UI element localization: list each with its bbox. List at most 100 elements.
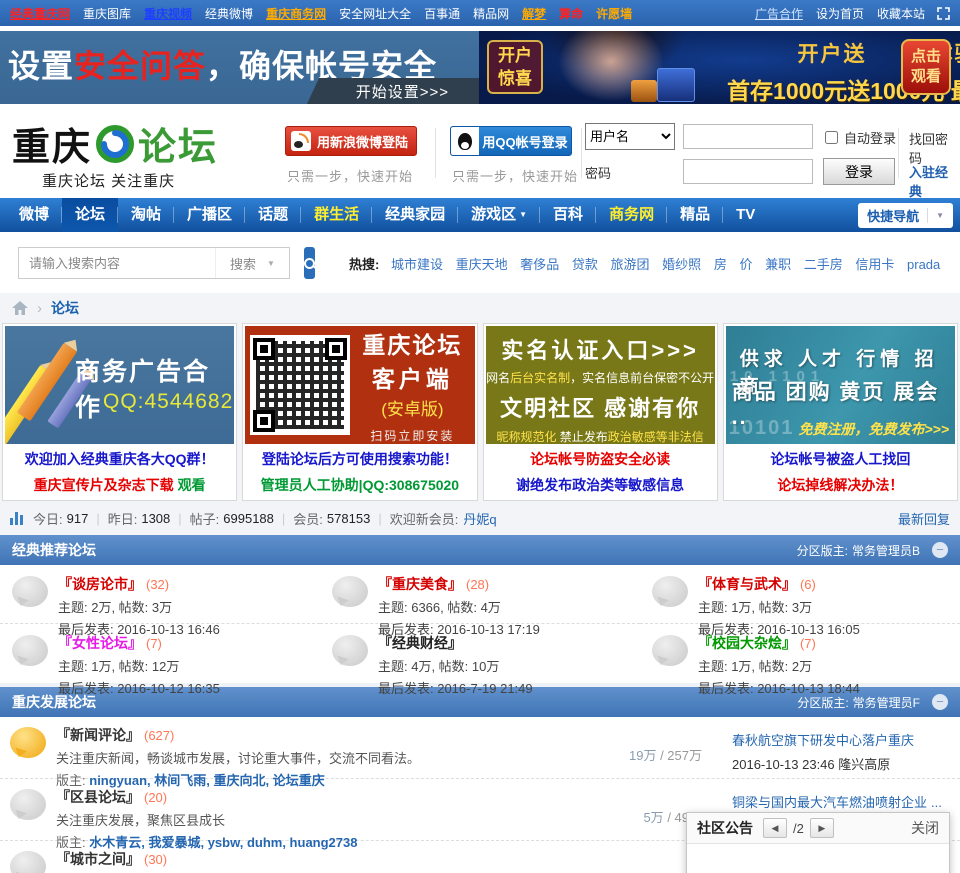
hot-search-link[interactable]: 城市建设	[391, 257, 443, 272]
nav-tab[interactable]: 经典家园	[372, 198, 459, 232]
forum-link[interactable]: 『女性论坛』	[58, 635, 142, 651]
ad-cooperation-link[interactable]: 广告合作	[755, 5, 803, 22]
nav-tab[interactable]: 群生活	[301, 198, 373, 232]
topbar-link[interactable]: 重庆图库	[83, 5, 131, 22]
nav-tab[interactable]: 百科	[540, 198, 597, 232]
nav-tab-forum[interactable]: 论坛	[62, 198, 119, 232]
forum-cell[interactable]: 『经典财经』 主题: 4万, 帖数: 10万 最后发表: 2016-7-19 2…	[320, 624, 640, 696]
qq-login-button[interactable]: 用QQ帐号登录	[450, 126, 572, 156]
nav-tab[interactable]: 精品	[667, 198, 724, 232]
topbar-link[interactable]: 经典微博	[205, 5, 253, 22]
next-page-button[interactable]: ▶	[809, 818, 834, 838]
section-moderator-link[interactable]: 常务管理员F	[853, 694, 920, 711]
topbar-link[interactable]: 安全网址大全	[339, 5, 411, 22]
security-qa-banner[interactable]: 设置安全问答，确保帐号安全 开始设置>>>	[0, 31, 479, 104]
nav-tab[interactable]: 话题	[245, 198, 302, 232]
username-type-select[interactable]: 用户名	[585, 123, 675, 150]
forum-link[interactable]: 『新闻评论』	[56, 727, 140, 743]
topbar-link[interactable]: 重庆视频	[144, 5, 192, 22]
topbar-link[interactable]: 重庆商务网	[266, 5, 326, 22]
hot-search-link[interactable]: 房	[714, 257, 727, 272]
admin-help-link[interactable]: 管理员人工协助|QQ:308675020	[261, 477, 459, 493]
forum-link[interactable]: 『体育与武术』	[698, 576, 796, 592]
search-button[interactable]	[304, 247, 315, 279]
hot-search-link[interactable]: 婚纱照	[662, 257, 701, 272]
topbar-link[interactable]: 百事通	[424, 5, 460, 22]
prev-page-button[interactable]: ◀	[763, 818, 787, 838]
new-member-link[interactable]: 丹妮q	[463, 509, 496, 528]
business-platform-ad[interactable]: 10 1101 10101 供求 人才 行情 招商 商品 团购 黄页 展会 ..…	[725, 326, 955, 444]
disconnect-help-link[interactable]: 论坛掉线解决办法！	[777, 477, 903, 493]
breadcrumb-forum[interactable]: 论坛	[51, 298, 79, 318]
account-security-link[interactable]: 论坛帐号防盗安全必读	[530, 451, 670, 467]
hot-search-link[interactable]: 贷款	[572, 257, 598, 272]
hot-search-link[interactable]: 信用卡	[855, 257, 894, 272]
search-notice-link[interactable]: 登陆论坛后方可使用搜索功能！	[262, 451, 458, 467]
home-icon[interactable]	[12, 301, 28, 315]
forum-cell[interactable]: 『体育与武术』 (6) 主题: 1万, 帖数: 3万 最后发表: 2016-10-…	[639, 565, 960, 637]
topbar-link[interactable]: 算命	[559, 5, 583, 22]
section-moderator-link[interactable]: 常务管理员B	[852, 542, 920, 559]
nav-tab[interactable]: 广播区	[174, 198, 246, 232]
username-input[interactable]	[683, 124, 813, 149]
moderators-links[interactable]: ningyuan, 林间飞雨, 重庆向北, 论坛重庆	[89, 773, 324, 788]
forum-row[interactable]: 『新闻评论』 (627) 关注重庆新闻，畅谈城市发展，讨论重大事件，交流不同看法。…	[0, 717, 960, 788]
site-logo[interactable]: 重庆 论坛	[12, 116, 218, 171]
hot-search-link[interactable]: prada	[907, 257, 940, 272]
hot-search-link[interactable]: 重庆天地	[456, 257, 508, 272]
business-coop-ad[interactable]: 商务广告合作 QQ:45446822	[5, 326, 235, 444]
topbar-link[interactable]: 精品网	[473, 5, 509, 22]
last-post-link[interactable]: 春秋航空旗下研发中心落户重庆	[732, 733, 914, 748]
forum-link[interactable]: 『经典财经』	[378, 635, 462, 651]
forum-link[interactable]: 『谈房论市』	[58, 576, 142, 592]
casino-ad-banner[interactable]: 开户惊喜 开户送元体验金 首存1000元送1000元 最高5888元 点击观看	[479, 31, 960, 104]
search-input[interactable]	[19, 248, 215, 278]
moderators-links[interactable]: 水木青云, 我爱暴城, ysbw, duhm, huang2738	[89, 835, 357, 850]
forum-cell[interactable]: 『校园大杂烩』 (7) 主题: 1万, 帖数: 2万 最后发表: 2016-10-…	[640, 624, 960, 696]
account-recovery-link[interactable]: 论坛帐号被盗人工找回	[770, 451, 910, 467]
nav-tab[interactable]: TV	[723, 198, 768, 232]
nav-tab[interactable]: 淘帖	[118, 198, 175, 232]
watch-link[interactable]: 观看	[178, 477, 206, 493]
hot-search-link[interactable]: 旅游团	[611, 257, 650, 272]
qq-group-link[interactable]: 欢迎加入经典重庆各大QQ群！	[25, 451, 215, 467]
forum-link[interactable]: 『城市之间』	[56, 851, 140, 867]
hot-search-link[interactable]: 二手房	[804, 257, 843, 272]
login-button[interactable]: 登录	[823, 158, 895, 185]
weibo-login-button[interactable]: 用新浪微博登陆	[285, 126, 417, 156]
bookmark-site-link[interactable]: 收藏本站	[877, 5, 925, 22]
forum-link[interactable]: 『重庆美食』	[378, 576, 462, 592]
nav-tab[interactable]: 微博	[6, 198, 63, 232]
promo-download-link[interactable]: 重庆宣传片及杂志下载	[34, 477, 174, 493]
forum-cell[interactable]: 『谈房论市』 (32) 主题: 2万, 帖数: 3万 最后发表: 2016-10-…	[0, 565, 320, 637]
start-setup-link[interactable]: 开始设置>>>	[306, 78, 479, 104]
register-link[interactable]: 入驻经典	[909, 162, 960, 200]
nav-tab[interactable]: 游戏区 ▼	[458, 198, 540, 232]
expand-icon[interactable]	[937, 6, 950, 20]
forum-link[interactable]: 『校园大杂烩』	[698, 635, 796, 651]
forum-cell[interactable]: 『重庆美食』 (28) 主题: 6366, 帖数: 4万 最后发表: 2016-1…	[319, 565, 640, 637]
latest-reply-link[interactable]: 最新回复	[898, 509, 950, 528]
search-type-select[interactable]: 搜索 ▼	[215, 248, 289, 278]
password-input[interactable]	[683, 159, 813, 184]
topbar-link[interactable]: 经典重庆网	[10, 5, 70, 22]
hot-search-link[interactable]: 奢侈品	[520, 257, 559, 272]
last-post-link[interactable]: 铜梁与国内最大汽车燃油喷射企业	[732, 795, 927, 810]
real-name-ad[interactable]: 实名认证入口>>> 网名后台实名制，实名信息前台保密不公开 文明社区 感谢有你 …	[485, 326, 715, 444]
topbar-link[interactable]: 解梦	[522, 5, 546, 22]
hot-search-link[interactable]: 价	[739, 257, 752, 272]
auto-login-checkbox[interactable]: 自动登录	[825, 128, 896, 147]
app-qr-ad[interactable]: 重庆论坛 客户端 (安卓版) 扫码立即安装	[245, 326, 475, 444]
watch-now-button[interactable]: 点击 观看	[901, 39, 951, 95]
collapse-icon[interactable]: −	[932, 694, 948, 710]
quick-nav-button[interactable]: 快捷导航 ▼	[858, 202, 953, 228]
forum-cell[interactable]: 『女性论坛』 (7) 主题: 1万, 帖数: 12万 最后发表: 2016-10-…	[0, 624, 320, 696]
hot-search-link[interactable]: 兼职	[765, 257, 791, 272]
close-button[interactable]: 关闭	[911, 818, 939, 838]
ellipsis[interactable]: ...	[931, 795, 942, 810]
content-policy-link[interactable]: 谢绝发布政治类等敏感信息	[516, 477, 684, 493]
forum-link[interactable]: 『区县论坛』	[56, 789, 140, 805]
topbar-link[interactable]: 许愿墙	[596, 5, 632, 22]
set-homepage-link[interactable]: 设为首页	[816, 5, 864, 22]
nav-tab[interactable]: 商务网	[596, 198, 668, 232]
